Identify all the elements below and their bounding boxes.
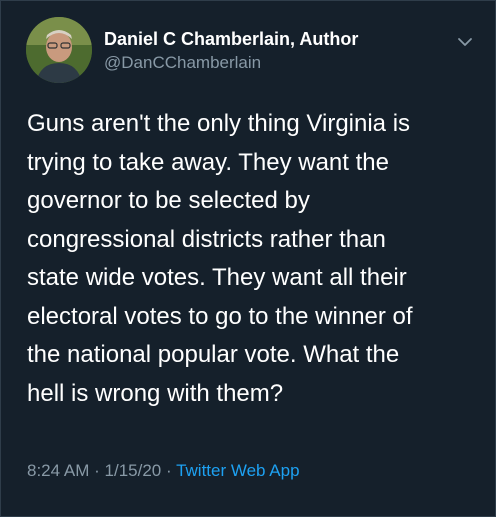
tweet-source-link[interactable]: Twitter Web App	[176, 461, 299, 480]
display-name[interactable]: Daniel C Chamberlain, Author	[104, 28, 358, 50]
meta-separator: ·	[94, 461, 100, 480]
tweet-text-line: electoral votes to go to the winner of	[27, 302, 413, 330]
tweet-text-line: hell is wrong with them?	[27, 379, 284, 407]
user-info: Daniel C Chamberlain, Author @DanCChambe…	[104, 28, 358, 74]
tweet-card: Daniel C Chamberlain, Author @DanCChambe…	[0, 0, 496, 517]
tweet-text-line: state wide votes. They want all their	[27, 264, 407, 291]
avatar[interactable]	[26, 17, 92, 83]
chevron-down-icon[interactable]	[457, 34, 473, 46]
tweet-meta: 8:24 AM · 1/15/20 · Twitter Web App	[27, 459, 300, 483]
tweet-text-line: governor to be selected by	[27, 187, 310, 214]
tweet-date[interactable]: 1/15/20	[105, 461, 162, 480]
tweet-text-line: trying to take away. They want the	[27, 148, 389, 176]
tweet-text: Guns aren't the only thing Virginia is t…	[27, 105, 477, 413]
meta-separator: ·	[165, 461, 172, 480]
tweet-time[interactable]: 8:24 AM	[27, 461, 89, 480]
tweet-text-line: congressional districts rather than	[27, 225, 386, 253]
user-handle[interactable]: @DanCChamberlain	[104, 52, 358, 74]
tweet-text-line: the national popular vote. What the	[27, 341, 400, 368]
tweet-text-line: Guns aren't the only thing Virginia is	[27, 110, 411, 137]
